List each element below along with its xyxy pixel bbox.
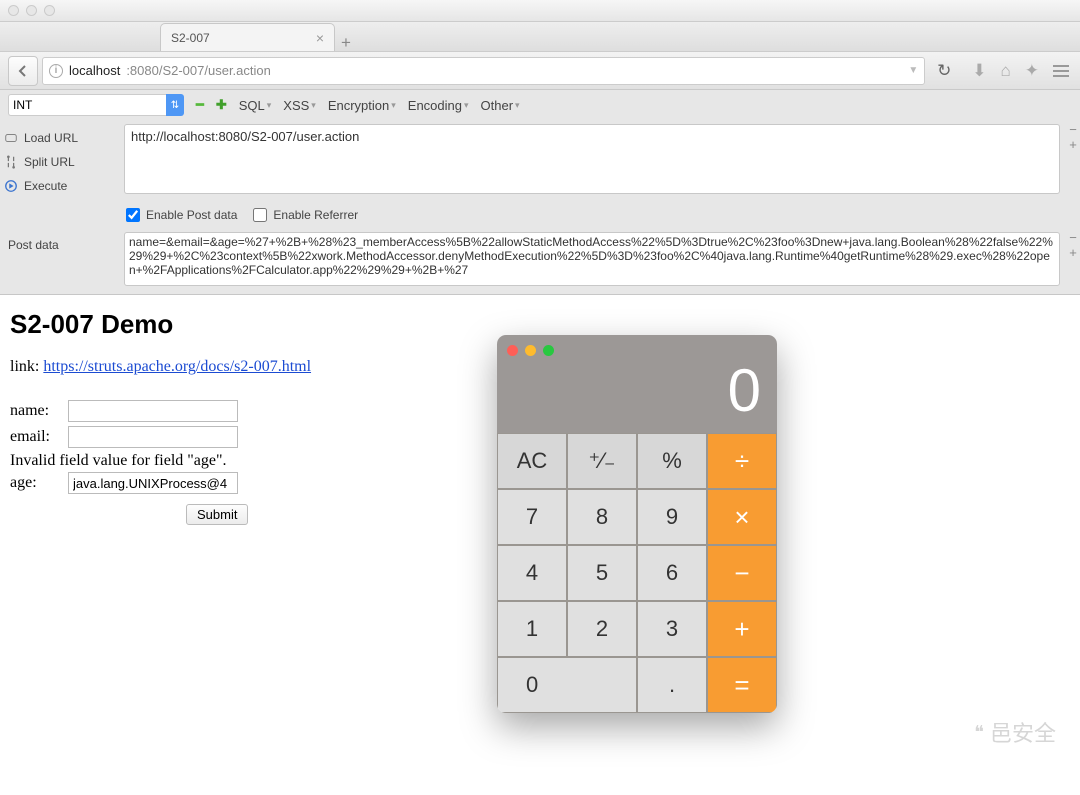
window-maximize-icon[interactable] — [44, 5, 55, 16]
tab-bar: S2-007 × + — [0, 22, 1080, 52]
calc-5-button[interactable]: 5 — [567, 545, 637, 601]
back-arrow-icon — [16, 64, 30, 78]
age-label: age: — [10, 474, 68, 492]
calculator-window[interactable]: 0 AC ⁺⁄₋ % ÷ 7 8 9 × 4 5 6 − 1 2 3 + 0 .… — [497, 335, 777, 713]
extension-icon[interactable]: ✦ — [1022, 58, 1042, 84]
calc-2-button[interactable]: 2 — [567, 601, 637, 657]
calc-divide-button[interactable]: ÷ — [707, 433, 777, 489]
hackbar-menu-xss[interactable]: XSS▾ — [283, 98, 316, 113]
url-host: localhost — [69, 63, 120, 78]
post-data-input[interactable]: name=&email=&age=%27+%2B+%28%23_memberAc… — [124, 232, 1060, 286]
tab-close-icon[interactable]: × — [316, 30, 324, 46]
hackbar-add-icon[interactable]: ✚ — [216, 97, 227, 113]
hackbar-execute[interactable]: Execute — [4, 174, 114, 198]
tab-active[interactable]: S2-007 × — [160, 23, 335, 51]
hackbar-post-minus-icon[interactable]: − — [1066, 230, 1080, 245]
calc-subtract-button[interactable]: − — [707, 545, 777, 601]
email-input[interactable] — [68, 426, 238, 448]
calculator-display: 0 — [728, 356, 761, 425]
hackbar-menu-other[interactable]: Other▾ — [481, 98, 520, 113]
url-field[interactable]: i localhost :8080/S2-007/user.action ▼ — [42, 57, 925, 85]
toolbar-extra-icons: ⬇ ⌂ ✦ — [969, 58, 1072, 84]
age-input[interactable] — [68, 472, 238, 494]
calc-add-button[interactable]: + — [707, 601, 777, 657]
calc-3-button[interactable]: 3 — [637, 601, 707, 657]
hackbar-menu: ⇅ ━ ✚ SQL▾ XSS▾ Encryption▾ Encoding▾ Ot… — [0, 90, 1080, 120]
reference-link[interactable]: https://struts.apache.org/docs/s2-007.ht… — [43, 358, 311, 375]
calculator-keypad: AC ⁺⁄₋ % ÷ 7 8 9 × 4 5 6 − 1 2 3 + 0 . = — [497, 433, 777, 713]
hackbar-menu-encoding[interactable]: Encoding▾ — [408, 98, 469, 113]
calc-close-icon[interactable] — [507, 345, 518, 356]
hackbar-url-plus-icon[interactable]: + — [1066, 137, 1080, 152]
hackbar-url-minus-icon[interactable]: − — [1066, 122, 1080, 137]
hackbar-panel: ⇅ ━ ✚ SQL▾ XSS▾ Encryption▾ Encoding▾ Ot… — [0, 90, 1080, 295]
download-icon[interactable]: ⬇ — [969, 58, 989, 84]
hackbar-side: Load URL Split URL Execute — [0, 120, 118, 204]
calculator-titlebar[interactable]: 0 — [497, 335, 777, 433]
wechat-icon: ❝ — [974, 722, 984, 743]
enable-post-label: Enable Post data — [146, 208, 237, 222]
calc-7-button[interactable]: 7 — [497, 489, 567, 545]
calc-6-button[interactable]: 6 — [637, 545, 707, 601]
hackbar-select[interactable] — [8, 94, 168, 116]
menu-icon[interactable] — [1050, 58, 1072, 84]
name-input[interactable] — [68, 400, 238, 422]
hackbar-url-pm: − + — [1066, 120, 1080, 152]
hackbar-split-url[interactable]: Split URL — [4, 150, 114, 174]
calc-4-button[interactable]: 4 — [497, 545, 567, 601]
calc-plusminus-button[interactable]: ⁺⁄₋ — [567, 433, 637, 489]
enable-post-checkbox[interactable] — [126, 208, 140, 222]
watermark: ❝ 邑安全 — [974, 716, 1056, 748]
new-tab-button[interactable]: + — [341, 34, 351, 51]
hackbar-load-url[interactable]: Load URL — [4, 126, 114, 150]
calc-multiply-button[interactable]: × — [707, 489, 777, 545]
window-close-icon[interactable] — [8, 5, 19, 16]
hackbar-url-input[interactable]: http://localhost:8080/S2-007/user.action — [124, 124, 1060, 194]
calc-8-button[interactable]: 8 — [567, 489, 637, 545]
window-titlebar — [0, 0, 1080, 22]
calc-ac-button[interactable]: AC — [497, 433, 567, 489]
enable-referrer-checkbox[interactable] — [253, 208, 267, 222]
link-prefix: link: — [10, 358, 43, 375]
calc-dot-button[interactable]: . — [637, 657, 707, 713]
back-button[interactable] — [8, 56, 38, 86]
hackbar-select-arrows-icon[interactable]: ⇅ — [166, 94, 184, 116]
window-traffic-lights — [8, 5, 55, 16]
hackbar-remove-icon[interactable]: ━ — [196, 97, 204, 113]
name-label: name: — [10, 402, 68, 420]
calc-0-button[interactable]: 0 — [497, 657, 637, 713]
url-toolbar: i localhost:8080/S2-007/user.action ▼ ↻ … — [0, 52, 1080, 90]
calc-equals-button[interactable]: = — [707, 657, 777, 713]
calculator-traffic-lights — [507, 345, 554, 356]
hackbar-post-plus-icon[interactable]: + — [1066, 245, 1080, 260]
post-data-label: Post data — [0, 228, 118, 260]
url-dropdown-icon[interactable]: ▼ — [908, 65, 918, 76]
site-info-icon[interactable]: i — [49, 64, 63, 78]
calc-minimize-icon[interactable] — [525, 345, 536, 356]
calc-1-button[interactable]: 1 — [497, 601, 567, 657]
url-path: :8080/S2-007/user.action — [126, 63, 271, 78]
submit-button[interactable]: Submit — [186, 504, 248, 525]
calc-9-button[interactable]: 9 — [637, 489, 707, 545]
hackbar-menu-encryption[interactable]: Encryption▾ — [328, 98, 396, 113]
calc-percent-button[interactable]: % — [637, 433, 707, 489]
reload-button[interactable]: ↻ — [929, 56, 959, 86]
home-icon[interactable]: ⌂ — [997, 58, 1013, 84]
split-url-icon — [4, 155, 18, 169]
email-label: email: — [10, 428, 68, 446]
hackbar-menu-sql[interactable]: SQL▾ — [239, 98, 272, 113]
window-minimize-icon[interactable] — [26, 5, 37, 16]
hackbar-options: Enable Post data Enable Referrer — [0, 204, 1080, 228]
calc-maximize-icon[interactable] — [543, 345, 554, 356]
execute-icon — [4, 179, 18, 193]
enable-referrer-label: Enable Referrer — [273, 208, 358, 222]
load-url-icon — [4, 131, 18, 145]
tab-title: S2-007 — [171, 31, 210, 45]
hackbar-post-pm: − + — [1066, 228, 1080, 260]
